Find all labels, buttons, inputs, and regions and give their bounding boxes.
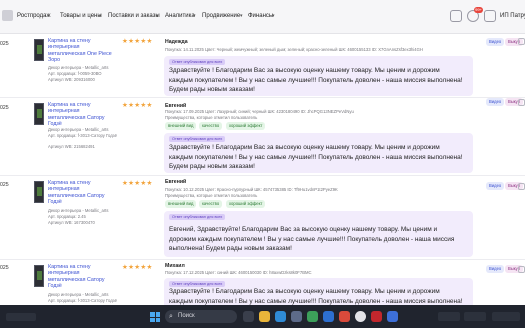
file-explorer-icon[interactable] xyxy=(259,311,270,322)
nav-item-supplies-orders[interactable]: Поставки и заказы xyxy=(108,12,160,20)
app-icon[interactable] xyxy=(307,311,318,322)
rating-stars: ★★★★★ xyxy=(122,38,153,45)
row-checkbox[interactable] xyxy=(518,99,525,106)
product-thumbnail[interactable] xyxy=(34,103,44,125)
chevron-down-icon: ▾ xyxy=(240,13,243,19)
chevron-down-icon: ▾ xyxy=(99,13,102,19)
row-checkbox[interactable] xyxy=(518,38,525,45)
notification-badge: 99+ xyxy=(474,7,483,13)
nav-item-goods-prices[interactable]: Товары и цены xyxy=(60,12,102,20)
product-seller-article: Арт. продавца: 2.45 xyxy=(48,214,86,219)
review-author: Евгений xyxy=(165,179,187,185)
chat-icon[interactable] xyxy=(484,10,496,22)
advantage-tag: качество xyxy=(199,122,223,130)
chevron-down-icon: ▾ xyxy=(272,13,275,19)
network-volume-icons[interactable] xyxy=(464,312,486,321)
product-name-link[interactable]: Картина на стену интерьерная металлическ… xyxy=(48,102,118,127)
weather-widget[interactable] xyxy=(6,313,36,321)
answer-text: Евгений, Здравствуйте! Благодарим Вас за… xyxy=(169,226,455,253)
product-wb-article: Артикул WB: 209316000 xyxy=(48,77,95,82)
answer-published-label: Ответ опубликован для всех xyxy=(169,59,226,65)
product-name-link[interactable]: Картина на стену интерьерная металлическ… xyxy=(48,264,118,289)
review-author: Михаил xyxy=(165,263,185,269)
answer-published-label: Ответ опубликован для всех xyxy=(169,214,226,220)
app-icon[interactable] xyxy=(339,311,350,322)
product-name-link[interactable]: Картина на стену интерьерная металлическ… xyxy=(48,38,118,63)
review-meta: Покупка: 17.12.2025 Цвет: синий ШК: 4600… xyxy=(165,270,312,275)
answer-text: Здравствуйте ! Благодарим Вас за высокую… xyxy=(169,67,463,94)
brand-logo[interactable] xyxy=(2,10,13,21)
review-year: 025 xyxy=(0,105,9,111)
product-name-link[interactable]: Картина на стену интерьерная металлическ… xyxy=(48,180,118,205)
row-checkbox[interactable] xyxy=(518,266,525,273)
chrome-icon[interactable] xyxy=(355,311,366,322)
product-thumbnail[interactable] xyxy=(34,265,44,287)
answer-published-label: Ответ опубликован для всех xyxy=(169,136,226,142)
answer-text: Здравствуйте ! Благодарим Вас за высокую… xyxy=(169,144,463,171)
search-placeholder: Поиск xyxy=(178,313,195,319)
system-tray[interactable] xyxy=(438,312,460,321)
advantage-tag: качество xyxy=(199,200,223,208)
product-seller-article: Арт. продавца: f-3013-Сатору Годзё xyxy=(48,133,117,138)
copy-icon[interactable] xyxy=(450,10,462,22)
review-author: Надежда xyxy=(165,39,188,45)
clock[interactable] xyxy=(492,312,520,321)
seller-answer[interactable]: Ответ опубликован для всех Здравствуйте … xyxy=(164,278,473,314)
review-row: 025 Картина на стену интерьерная металли… xyxy=(0,98,525,176)
product-wb-article: Артикул WB: 167300470 xyxy=(48,220,95,225)
rating-stars: ★★★★★ xyxy=(122,264,153,271)
review-row: 025 Картина на стену интерьерная металли… xyxy=(0,260,525,314)
product-wb-article: Артикул WB: 215682491 xyxy=(48,144,95,149)
chevron-down-icon: ▾ xyxy=(193,13,196,19)
windows-taskbar: ⌕ Поиск xyxy=(0,305,525,328)
review-meta: Покупка: 14.11.2025 Цвет: Черный; жемчуж… xyxy=(165,47,423,52)
product-thumbnail[interactable] xyxy=(34,39,44,61)
review-row: 025 Картина на стену интерьерная металли… xyxy=(0,34,525,98)
video-badge[interactable]: Видео xyxy=(486,182,505,190)
row-checkbox[interactable] xyxy=(518,183,525,190)
top-navigation: Ростпродаж Товары и цены ▾ Поставки и за… xyxy=(0,0,525,34)
task-view-icon[interactable] xyxy=(243,311,254,322)
taskbar-search[interactable]: ⌕ Поиск xyxy=(165,310,237,323)
yandex-browser-icon[interactable] xyxy=(371,311,382,322)
rating-stars: ★★★★★ xyxy=(122,180,153,187)
app-icon[interactable] xyxy=(387,311,398,322)
seller-answer[interactable]: Ответ опубликован для всех Здравствуйте … xyxy=(164,133,473,173)
product-seller-article: Арт. продавца: f-3013-Сатору Годзё xyxy=(48,298,117,303)
advantages-caption: Преимущества, которые отметил пользовате… xyxy=(165,193,258,198)
product-thumbnail[interactable] xyxy=(34,181,44,203)
review-year: 025 xyxy=(0,265,9,271)
product-category: Декор интерьера - Metallic_arts xyxy=(48,65,109,70)
advantage-tag: внешний вид xyxy=(165,200,197,208)
nav-item-finance[interactable]: Финансы xyxy=(248,12,273,20)
product-category: Декор интерьера - Metallic_arts xyxy=(48,292,109,297)
nav-item-rostprodazh[interactable]: Ростпродаж xyxy=(17,12,50,20)
product-category: Декор интерьера - Metallic_arts xyxy=(48,127,109,132)
review-year: 025 xyxy=(0,182,9,188)
product-category: Декор интерьера - Metallic_arts xyxy=(48,208,109,213)
video-badge[interactable]: Видео xyxy=(486,265,505,273)
store-icon[interactable] xyxy=(291,311,302,322)
advantage-tag: хороший эффект xyxy=(226,122,266,130)
advantage-tag: внешний вид xyxy=(165,122,197,130)
advantages-caption: Преимущества, которые отметил пользовате… xyxy=(165,115,258,120)
nav-item-analytics[interactable]: Аналитика xyxy=(165,12,195,20)
chevron-down-icon: ▾ xyxy=(156,13,159,19)
search-icon: ⌕ xyxy=(169,313,173,320)
app-icon[interactable] xyxy=(323,311,334,322)
product-seller-article: Арт. продавца: f-0059-30ВО xyxy=(48,71,102,76)
advantage-tag: хороший эффект xyxy=(226,200,266,208)
review-year: 025 xyxy=(0,41,9,47)
review-row: 025 Картина на стену интерьерная металли… xyxy=(0,176,525,260)
nav-item-promotion[interactable]: Продвижение xyxy=(202,12,240,20)
video-badge[interactable]: Видео xyxy=(486,98,505,106)
windows-start-icon[interactable] xyxy=(150,312,160,322)
seller-answer[interactable]: Ответ опубликован для всех Евгений, Здра… xyxy=(164,211,473,257)
video-badge[interactable]: Видео xyxy=(486,38,505,46)
user-account[interactable]: ИП Патру xyxy=(500,12,525,20)
rating-stars: ★★★★★ xyxy=(122,102,153,109)
seller-answer[interactable]: Ответ опубликован для всех Здравствуйте … xyxy=(164,56,473,96)
edge-icon[interactable] xyxy=(275,311,286,322)
